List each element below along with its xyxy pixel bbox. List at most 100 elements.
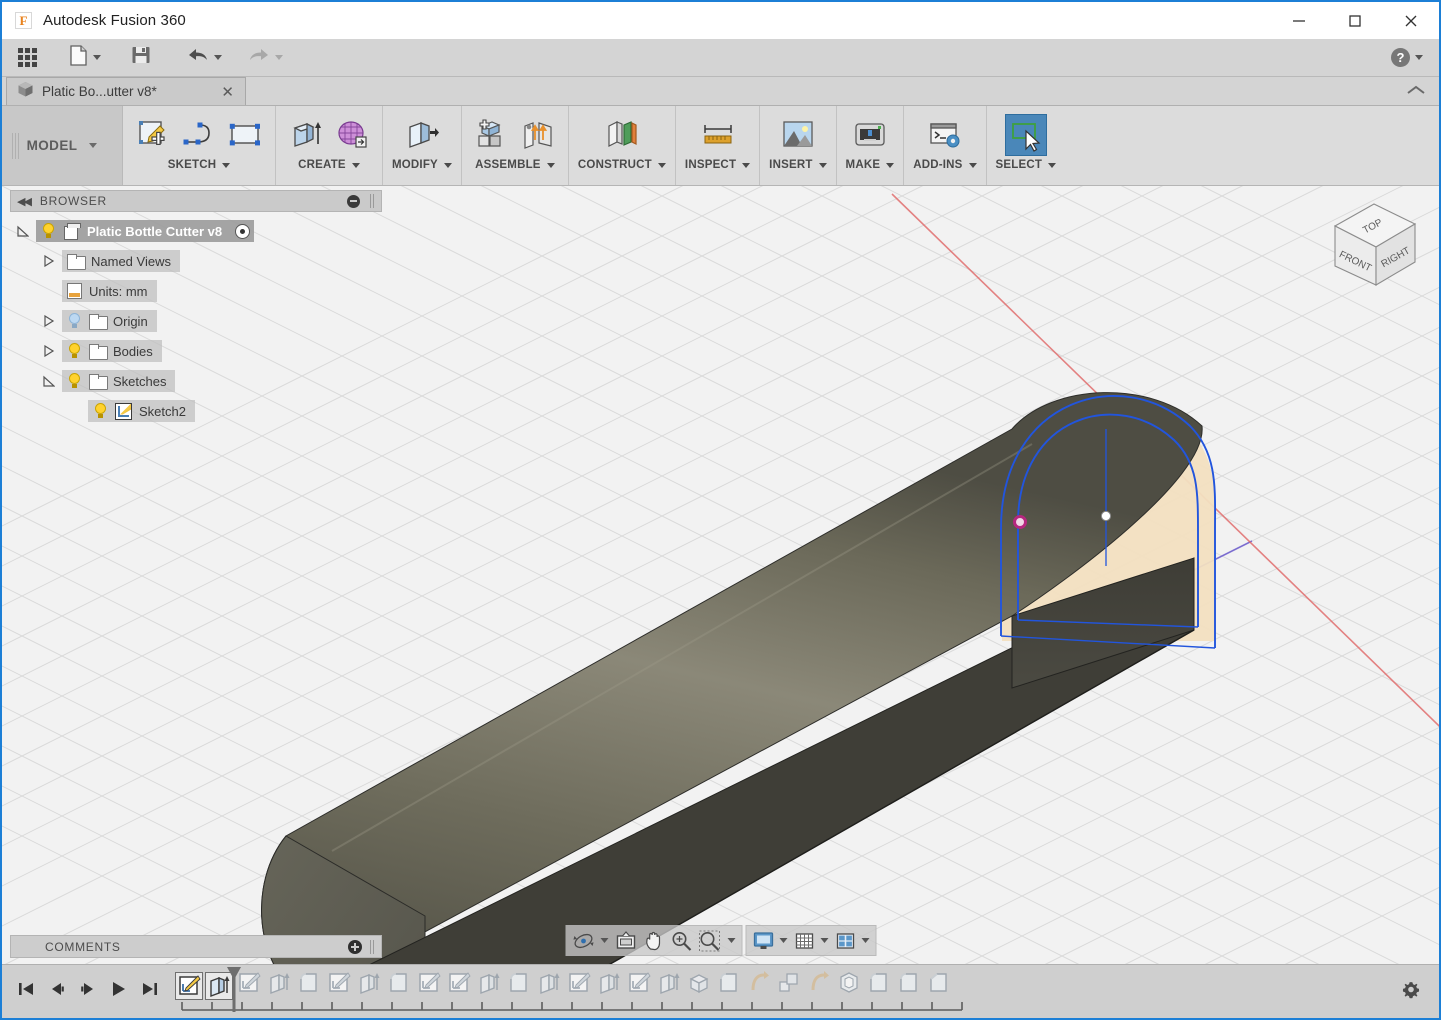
expander-closed-icon[interactable] — [36, 345, 62, 357]
browser-node-body[interactable]: Origin — [62, 310, 157, 332]
close-button[interactable] — [1383, 2, 1439, 39]
ribbon-panel-construct-label[interactable]: CONSTRUCT — [578, 159, 666, 171]
visibility-bulb-icon[interactable] — [41, 223, 56, 239]
offset-plane-button[interactable] — [601, 114, 643, 156]
browser-tree-node[interactable]: Sketch2 — [62, 399, 382, 423]
timeline-feature-extrude[interactable] — [264, 971, 294, 1001]
press-pull-button[interactable] — [401, 114, 443, 156]
zoom-window-button[interactable] — [696, 927, 737, 954]
new-component-button[interactable] — [471, 114, 513, 156]
browser-header[interactable]: ◀◀ BROWSER — [10, 190, 382, 212]
step-back-button[interactable] — [47, 981, 67, 1003]
timeline-feature-combine[interactable] — [774, 971, 804, 1001]
ribbon-panel-select-label[interactable]: SELECT — [996, 159, 1057, 171]
browser-node-body[interactable]: Bodies — [62, 340, 162, 362]
browser-tree-node[interactable]: Named Views — [36, 249, 382, 273]
add-comment-icon[interactable] — [348, 939, 362, 954]
timeline-feature-revolve[interactable] — [744, 971, 774, 1001]
timeline-feature-sketch[interactable] — [564, 971, 594, 1001]
file-menu-button[interactable] — [63, 43, 107, 73]
timeline-feature-extrude[interactable] — [654, 971, 684, 1001]
expander-closed-icon[interactable] — [36, 315, 62, 327]
timeline-feature-shell[interactable] — [834, 971, 864, 1001]
browser-node-body[interactable]: Sketch2 — [88, 400, 195, 422]
ribbon-panel-inspect-label[interactable]: INSPECT — [685, 159, 751, 171]
browser-tree-node[interactable]: Bodies — [36, 339, 382, 363]
create-sketch-button[interactable] — [132, 114, 174, 156]
select-button[interactable] — [1004, 114, 1047, 156]
display-settings-button[interactable] — [750, 927, 789, 954]
ribbon-panel-assemble-label[interactable]: ASSEMBLE — [475, 159, 555, 171]
timeline-feature-sketch[interactable] — [324, 971, 354, 1001]
browser-minus-icon[interactable] — [347, 194, 360, 208]
timeline-feature-extrude[interactable] — [534, 971, 564, 1001]
ribbon-panel-sketch-label[interactable]: SKETCH — [168, 159, 231, 171]
timeline-feature-extrude[interactable] — [354, 971, 384, 1001]
expander-open-icon[interactable] — [10, 225, 36, 237]
timeline-feature-fillet[interactable] — [384, 971, 414, 1001]
maximize-button[interactable] — [1327, 2, 1383, 39]
collapse-browser-icon[interactable]: ◀◀ — [17, 195, 32, 208]
timeline-feature-sketch[interactable] — [624, 971, 654, 1001]
3d-print-button[interactable] — [849, 114, 891, 156]
browser-resize-grip[interactable] — [370, 194, 375, 208]
browser-tree-node[interactable]: Platic Bottle Cutter v8 — [10, 219, 382, 243]
timeline-feature-sketch[interactable] — [444, 971, 474, 1001]
comments-panel[interactable]: COMMENTS — [10, 935, 382, 958]
redo-button[interactable] — [242, 43, 289, 73]
save-button[interactable] — [125, 43, 157, 73]
timeline-playhead[interactable] — [224, 966, 244, 1012]
rectangle-button[interactable] — [224, 114, 266, 156]
expander-closed-icon[interactable] — [36, 255, 62, 267]
comments-resize-grip[interactable] — [370, 939, 375, 954]
browser-node-body[interactable]: Platic Bottle Cutter v8 — [36, 220, 255, 242]
scripts-addins-button[interactable] — [924, 114, 966, 156]
browser-node-body[interactable]: Units: mm — [62, 280, 157, 302]
expander-open-icon[interactable] — [36, 375, 62, 387]
timeline-feature-sketch[interactable] — [174, 971, 204, 1001]
help-button[interactable]: ? — [1391, 48, 1423, 67]
timeline-feature-chamfer[interactable] — [924, 971, 954, 1001]
close-icon[interactable]: ✕ — [216, 83, 239, 101]
ribbon-panel-make-label[interactable]: MAKE — [846, 159, 895, 171]
viewport-area[interactable]: ◀◀ BROWSER Platic Bottle Cutter v8 Named … — [2, 186, 1439, 964]
step-forward-button[interactable] — [78, 981, 98, 1003]
ribbon-panel-modify-label[interactable]: MODIFY — [392, 159, 452, 171]
visibility-bulb-icon[interactable] — [93, 403, 108, 419]
activate-component-radio[interactable] — [235, 223, 251, 239]
collapse-ribbon-button[interactable] — [1405, 83, 1427, 101]
minimize-button[interactable] — [1271, 2, 1327, 39]
visibility-bulb-icon[interactable] — [67, 373, 82, 389]
timeline-feature-fillet[interactable] — [864, 971, 894, 1001]
viewport-layout-button[interactable] — [832, 927, 871, 954]
create-form-button[interactable] — [331, 114, 373, 156]
timeline-feature-fillet[interactable] — [714, 971, 744, 1001]
ribbon-panel-create-label[interactable]: CREATE — [298, 159, 360, 171]
go-to-end-button[interactable] — [140, 981, 160, 1003]
timeline-feature-fillet[interactable] — [294, 971, 324, 1001]
orbit-button[interactable] — [570, 927, 610, 954]
document-tab[interactable]: Platic Bo...utter v8* ✕ — [6, 77, 246, 105]
browser-node-body[interactable]: Sketches — [62, 370, 176, 392]
timeline-feature-extrude[interactable] — [474, 971, 504, 1001]
look-at-button[interactable] — [612, 927, 639, 954]
ribbon-panel-insert-label[interactable]: INSERT — [769, 159, 827, 171]
ribbon-panel-addins-label[interactable]: ADD-INS — [913, 159, 977, 171]
play-button[interactable] — [109, 981, 129, 1003]
browser-tree-node[interactable]: Sketches — [36, 369, 382, 393]
zoom-button[interactable] — [668, 927, 694, 954]
timeline-feature-fillet[interactable] — [894, 971, 924, 1001]
timeline-track[interactable] — [174, 965, 963, 1019]
pan-button[interactable] — [641, 927, 666, 954]
go-to-beginning-button[interactable] — [16, 981, 36, 1003]
visibility-bulb-icon[interactable] — [67, 313, 82, 329]
timeline-feature-fillet[interactable] — [504, 971, 534, 1001]
view-cube[interactable]: TOP FRONT RIGHT — [1319, 192, 1429, 292]
timeline-feature-box[interactable] — [684, 971, 714, 1001]
timeline-feature-extrude[interactable] — [594, 971, 624, 1001]
browser-node-body[interactable]: Named Views — [62, 250, 180, 272]
grid-snaps-button[interactable] — [791, 927, 830, 954]
show-data-panel-button[interactable] — [12, 43, 43, 73]
workspace-switcher[interactable]: MODEL — [2, 106, 123, 185]
insert-image-button[interactable] — [777, 114, 819, 156]
